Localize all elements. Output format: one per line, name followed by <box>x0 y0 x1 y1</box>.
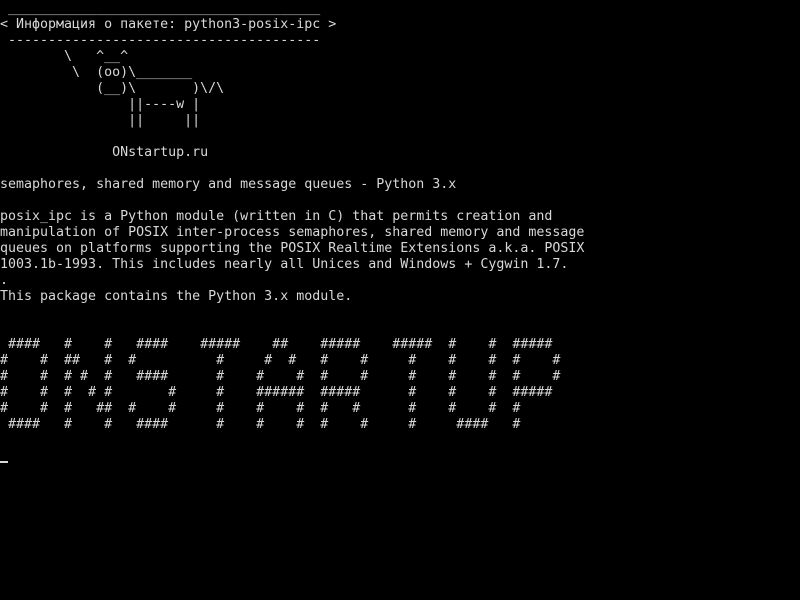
banner-art-line: # # # # # #### # # # # # # # # # # <box>0 369 561 384</box>
cow-art-line: (__)\ )\/\ <box>0 81 225 96</box>
cow-art-line: || || <box>0 113 201 128</box>
package-description-line: . <box>0 273 9 288</box>
banner-art-line: # # ## # # # # # # # # # # # # <box>0 353 561 368</box>
cow-art-line: \ (oo)\_______ <box>0 65 193 80</box>
cow-art-line: ||----w | <box>0 97 201 112</box>
banner-art-line: # # # # # # # ###### ##### # # # ##### <box>0 385 553 400</box>
package-summary: semaphores, shared memory and message qu… <box>0 177 457 192</box>
banner-art-line: # # # ## # # # # # # # # # # # <box>0 401 521 416</box>
package-description-line: This package contains the Python 3.x mod… <box>0 289 353 304</box>
text-cursor <box>0 461 8 463</box>
package-description-line: queues on platforms supporting the POSIX… <box>0 241 585 256</box>
package-description-line: manipulation of POSIX inter-process sema… <box>0 225 585 240</box>
package-description-line: 1003.1b-1993. This includes nearly all U… <box>0 257 569 272</box>
banner-art-line: #### # # #### ##### ## ##### ##### # # #… <box>0 337 553 352</box>
site-name: ONstartup.ru <box>0 145 209 160</box>
terminal-screen[interactable]: _______________________________________ … <box>0 0 800 600</box>
cowsay-bottom-border: --------------------------------------- <box>0 33 321 48</box>
cowsay-top-border: _______________________________________ <box>0 1 321 16</box>
banner-art-line: #### # # #### # # # # # # #### # <box>0 417 521 432</box>
cowsay-message: < Информация о пакете: python3-posix-ipc… <box>0 17 337 32</box>
package-description-line: posix_ipc is a Python module (written in… <box>0 209 553 224</box>
cow-art-line: \ ^__^ <box>0 49 129 64</box>
